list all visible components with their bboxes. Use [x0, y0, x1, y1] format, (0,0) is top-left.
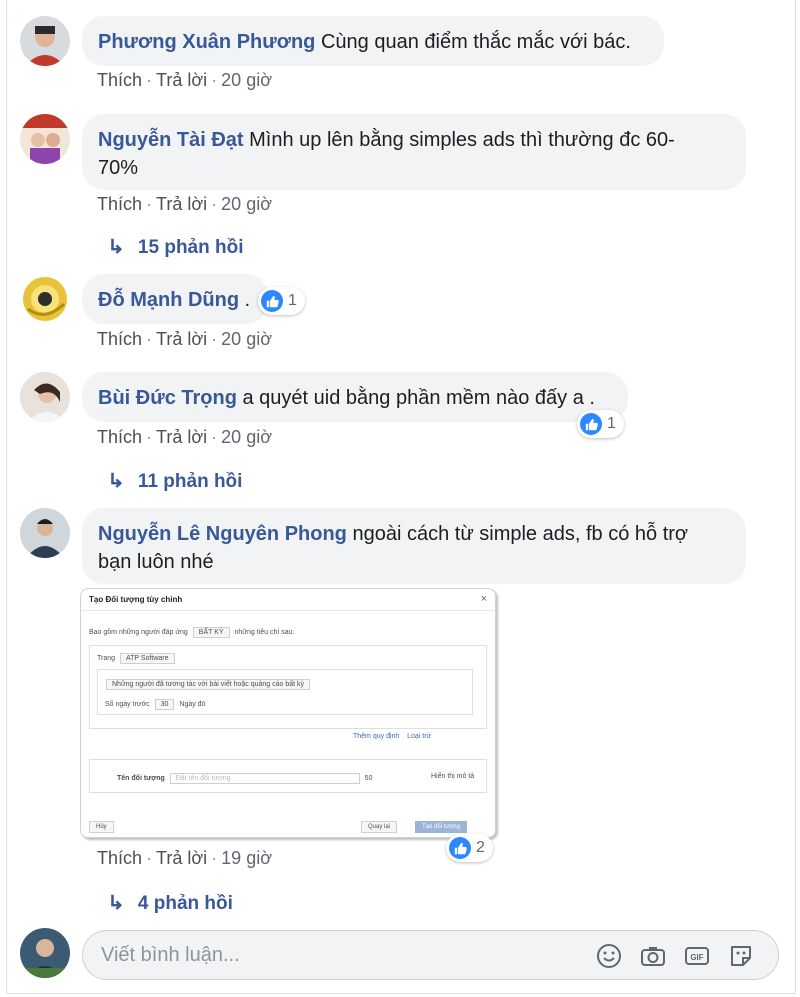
criteria-select: BẤT KỲ	[192, 627, 230, 638]
close-icon: ×	[480, 593, 487, 605]
create-audience-button: Tạo đối tượng	[415, 821, 467, 833]
reaction-number: 1	[607, 415, 616, 432]
add-rule-link: Thêm quy định	[353, 733, 400, 740]
comment-text: Mình up lên bằng simples ads thì thường …	[249, 129, 675, 151]
like-link[interactable]: Thích	[97, 329, 142, 349]
back-button: Quay lại	[361, 821, 398, 833]
reaction-count[interactable]: 2	[446, 834, 493, 862]
timestamp[interactable]: 20 giờ	[221, 427, 272, 447]
comment-author[interactable]: Bùi Đức Trọng	[98, 387, 237, 409]
comment-author[interactable]: Nguyễn Lê Nguyên Phong	[98, 523, 347, 545]
comment-author[interactable]: Nguyễn Tài Đạt	[98, 129, 244, 151]
replies-count[interactable]: 15 phản hồi	[138, 237, 244, 258]
days-row: Số ngày trước 30 Ngày đó	[105, 699, 205, 710]
reply-arrow-icon: ↳	[107, 237, 125, 258]
like-link[interactable]: Thích	[97, 427, 142, 447]
comment-bubble: Đỗ Mạnh Dũng .	[82, 274, 268, 324]
page-select: ATP Software	[119, 653, 175, 664]
reaction-count[interactable]: 1	[258, 287, 305, 315]
name-count: 50	[364, 775, 373, 782]
attached-image[interactable]: Tạo Đối tượng tùy chỉnh × Bao gồm những …	[80, 588, 496, 838]
comment-text-continued: 70%	[98, 157, 139, 179]
rule-links: Thêm quy định Loại trừ	[353, 733, 431, 740]
days-label: Số ngày trước	[105, 701, 150, 708]
desc-link-row: Hiển thị mô tả	[431, 773, 474, 780]
avatar[interactable]	[20, 274, 70, 324]
name-input: Đặt tên đối tượng	[169, 773, 360, 784]
show-description-link: Hiển thị mô tả	[431, 773, 475, 780]
like-link[interactable]: Thích	[97, 194, 142, 214]
days-suffix: Ngày đó	[179, 701, 206, 708]
comment-author[interactable]: Đỗ Mạnh Dũng	[98, 289, 239, 311]
timestamp[interactable]: 20 giờ	[221, 194, 272, 214]
timestamp[interactable]: 19 giờ	[221, 848, 272, 868]
like-link[interactable]: Thích	[97, 70, 142, 90]
reply-arrow-icon: ↳	[107, 893, 125, 914]
like-icon	[261, 290, 283, 312]
reply-arrow-icon: ↳	[107, 471, 125, 492]
comment-bubble: Bùi Đức Trọng a quyét uid bằng phần mềm …	[82, 372, 628, 422]
page-row: Trang ATP Software	[97, 653, 178, 664]
view-replies-link[interactable]: ↳ 15 phản hồi	[107, 236, 244, 259]
sticker-icon[interactable]	[727, 942, 755, 970]
camera-icon[interactable]	[639, 942, 667, 970]
current-user-avatar[interactable]	[20, 928, 70, 978]
replies-count[interactable]: 11 phản hồi	[138, 471, 243, 492]
name-label: Tên đối tượng	[117, 775, 165, 782]
comment-text: .	[244, 289, 251, 311]
like-link[interactable]: Thích	[97, 848, 142, 868]
reaction-number: 1	[288, 292, 297, 309]
dialog-title: Tạo Đối tượng tùy chỉnh	[81, 589, 495, 611]
reply-link[interactable]: Trả lời	[156, 329, 207, 349]
timestamp[interactable]: 20 giờ	[221, 70, 272, 90]
cancel-button: Hủy	[89, 821, 114, 833]
name-row: Tên đối tượng Đặt tên đối tượng 50	[117, 773, 372, 784]
criteria-row: Bao gồm những người đáp ứng BẤT KỲ những…	[89, 627, 294, 638]
page-label: Trang	[97, 655, 116, 662]
reaction-count[interactable]: 1	[577, 410, 624, 438]
comment-actions: Thích · Trả lời · 20 giờ	[97, 329, 273, 349]
reply-link[interactable]: Trả lời	[156, 70, 207, 90]
comment-text: ngoài cách từ simple ads, fb có hỗ trợ	[352, 523, 689, 545]
view-replies-link[interactable]: ↳ 11 phản hồi	[107, 470, 243, 493]
gif-icon[interactable]: GIF	[683, 942, 711, 970]
like-icon	[449, 837, 471, 859]
comment-text: Cùng quan điểm thắc mắc với bác.	[320, 31, 631, 53]
avatar[interactable]	[20, 372, 70, 422]
comment-actions: Thích · Trả lời · 20 giờ	[97, 194, 273, 214]
reply-link[interactable]: Trả lời	[156, 427, 207, 447]
rule-select: Những người đã tương tác với bài viết ho…	[106, 679, 311, 690]
reply-link[interactable]: Trả lời	[156, 848, 207, 868]
avatar[interactable]	[20, 508, 70, 558]
emoji-icon[interactable]	[595, 942, 623, 970]
comment-text-continued: bạn luôn nhé	[98, 551, 214, 573]
comment-bubble: Nguyễn Lê Nguyên Phong ngoài cách từ sim…	[82, 508, 746, 584]
comment-actions: Thích · Trả lời · 20 giờ	[97, 70, 273, 90]
comment-bubble: Phương Xuân Phương Cùng quan điểm thắc m…	[82, 16, 664, 66]
comment-actions: Thích · Trả lời · 19 giờ	[97, 848, 273, 868]
comment-input[interactable]	[101, 931, 581, 979]
replies-count[interactable]: 4 phản hồi	[138, 893, 233, 914]
comment-composer: GIF	[82, 930, 779, 980]
svg-text:GIF: GIF	[690, 953, 703, 962]
comment-bubble: Nguyễn Tài Đạt Mình up lên bằng simples …	[82, 114, 746, 190]
days-input: 30	[154, 699, 175, 710]
reply-link[interactable]: Trả lời	[156, 194, 207, 214]
criteria-label: Bao gồm những người đáp ứng	[89, 629, 188, 636]
rule-row: Những người đã tương tác với bài viết ho…	[103, 679, 313, 690]
timestamp[interactable]: 20 giờ	[221, 329, 272, 349]
criteria-suffix: những tiêu chí sau:	[234, 629, 295, 636]
exclude-link: Loại trừ	[407, 733, 432, 740]
avatar[interactable]	[20, 114, 70, 164]
like-icon	[580, 413, 602, 435]
view-replies-link[interactable]: ↳ 4 phản hồi	[107, 892, 233, 915]
reaction-number: 2	[476, 839, 485, 856]
comment-actions: Thích · Trả lời · 20 giờ	[97, 427, 273, 447]
comment-author[interactable]: Phương Xuân Phương	[98, 31, 315, 53]
avatar[interactable]	[20, 16, 70, 66]
comment-text: a quyét uid bằng phần mềm nào đấy a .	[242, 387, 595, 409]
